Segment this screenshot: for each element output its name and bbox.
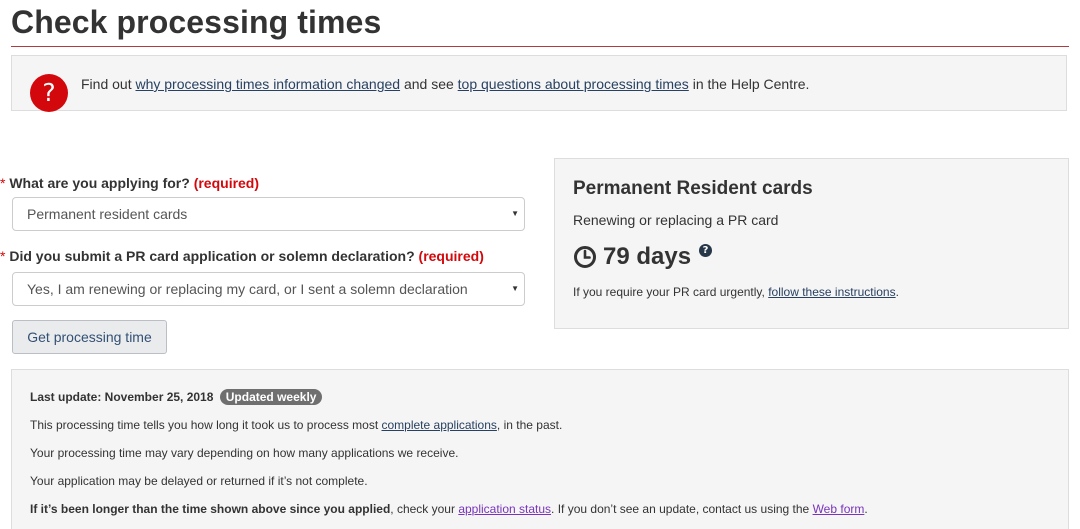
processing-time-result: Permanent Resident cards Renewing or rep… xyxy=(554,158,1069,329)
processing-days-value: 79 days xyxy=(603,243,692,270)
info-line-2: Your processing time may vary depending … xyxy=(30,446,459,460)
help-centre-notice: ? Find out why processing times informat… xyxy=(11,55,1067,112)
pr-card-application-label: * Did you submit a PR card application o… xyxy=(0,248,484,264)
clock-icon xyxy=(574,246,596,268)
processing-days: 79 days ? xyxy=(573,241,713,273)
web-form-link[interactable]: Web form xyxy=(813,502,865,516)
info-line-3: Your application may be delayed or retur… xyxy=(30,474,368,488)
urgent-note: If you require your PR card urgently, fo… xyxy=(573,285,899,299)
complete-applications-link[interactable]: complete applications xyxy=(382,418,497,432)
page: Check processing times ? Find out why pr… xyxy=(0,0,1080,529)
title-divider xyxy=(11,46,1069,47)
application-type-select[interactable]: Permanent resident cards ▼ xyxy=(12,197,525,231)
dropdown-arrow-icon: ▼ xyxy=(511,209,519,218)
top-questions-link[interactable]: top questions about processing times xyxy=(458,76,689,92)
result-subtitle: Renewing or replacing a PR card xyxy=(573,212,779,228)
pr-card-application-select[interactable]: Yes, I am renewing or replacing my card,… xyxy=(12,272,525,306)
info-line-4: If it’s been longer than the time shown … xyxy=(30,502,868,516)
page-title: Check processing times xyxy=(11,4,382,40)
updated-weekly-badge: Updated weekly xyxy=(219,389,323,405)
get-processing-time-button[interactable]: Get processing time xyxy=(12,320,167,354)
dropdown-arrow-icon: ▼ xyxy=(511,284,519,293)
help-notice-text: Find out why processing times informatio… xyxy=(81,76,810,92)
processing-info-panel: Last update: November 25, 2018 Updated w… xyxy=(11,369,1069,529)
result-title: Permanent Resident cards xyxy=(573,178,813,199)
question-circle-icon[interactable]: ? xyxy=(699,243,713,257)
why-times-changed-link[interactable]: why processing times information changed xyxy=(135,76,400,92)
question-icon: ? xyxy=(30,74,68,112)
follow-instructions-link[interactable]: follow these instructions xyxy=(768,285,895,299)
application-type-label: * What are you applying for? (required) xyxy=(0,175,260,191)
application-status-link[interactable]: application status xyxy=(458,502,551,516)
info-line-1: This processing time tells you how long … xyxy=(30,418,563,432)
last-update-line: Last update: November 25, 2018 Updated w… xyxy=(30,389,323,405)
